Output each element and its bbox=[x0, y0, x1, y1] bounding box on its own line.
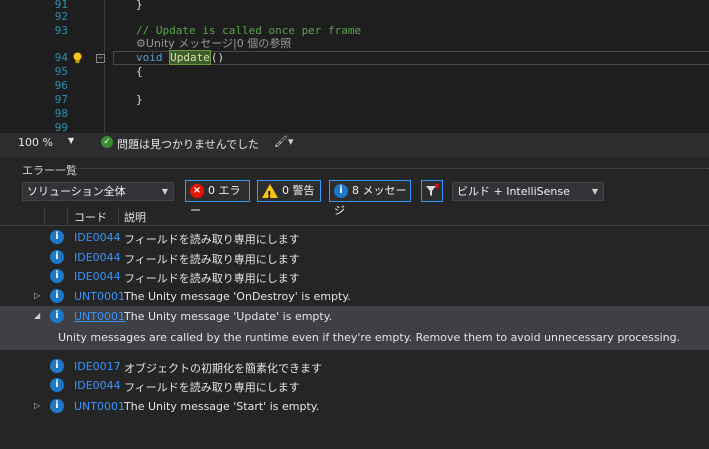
line-number: 95 bbox=[54, 65, 68, 78]
row-description: フィールドを読み取り専用にします bbox=[124, 272, 300, 285]
code-line[interactable]: } bbox=[136, 93, 143, 107]
column-header-code[interactable]: コード bbox=[74, 209, 107, 225]
rule-code-link[interactable]: UNT0001 bbox=[74, 400, 125, 413]
warning-icon: ! bbox=[262, 184, 278, 201]
zoom-dropdown-icon[interactable]: ▼ bbox=[68, 136, 74, 145]
code-line-update[interactable]: void Update() bbox=[136, 50, 225, 65]
scope-value: ソリューション全体 bbox=[27, 185, 126, 198]
method-parens: () bbox=[210, 51, 225, 64]
line-number: 99 bbox=[54, 121, 68, 133]
row-description: フィールドを読み取り専用にします bbox=[124, 253, 300, 266]
info-icon: i bbox=[50, 378, 64, 392]
code-line[interactable]: } bbox=[136, 0, 143, 12]
rule-code-link[interactable]: IDE0044 bbox=[74, 270, 121, 283]
filter-icon[interactable] bbox=[421, 180, 443, 202]
method-name[interactable]: Update bbox=[169, 50, 211, 65]
row-description: フィールドを読み取り専用にします bbox=[124, 381, 300, 394]
messages-filter-button[interactable]: i8 メッセージ bbox=[329, 180, 411, 217]
table-row[interactable]: i IDE0044 フィールドを読み取り専用にします bbox=[0, 247, 709, 267]
table-row[interactable]: i IDE0044 フィールドを読み取り専用にします bbox=[0, 227, 709, 247]
table-row[interactable]: ▷ i UNT0001 The Unity message 'OnDestroy… bbox=[0, 286, 709, 306]
info-icon: i bbox=[50, 359, 64, 373]
keyword: void bbox=[136, 51, 163, 64]
panel-splitter[interactable] bbox=[0, 151, 709, 157]
column-header-description[interactable]: 説明 bbox=[124, 209, 146, 225]
line-number: 97 bbox=[54, 93, 68, 106]
info-icon: i bbox=[50, 269, 64, 283]
info-icon: i bbox=[50, 309, 64, 323]
codelens-text[interactable]: Unity メッセージ|0 個の参照 bbox=[146, 37, 291, 50]
issues-status[interactable]: 問題は見つかりませんでした bbox=[117, 136, 259, 152]
error-icon: × bbox=[190, 184, 204, 198]
rule-code-link[interactable]: UNT0001 bbox=[74, 310, 125, 323]
lightbulb-icon[interactable] bbox=[72, 52, 83, 63]
panel-title-grip[interactable] bbox=[75, 168, 709, 169]
collapse-icon[interactable]: ◢ bbox=[34, 311, 40, 320]
rule-code-link[interactable]: IDE0044 bbox=[74, 379, 121, 392]
indent-guide bbox=[104, 0, 105, 133]
code-editor[interactable]: 91 } 92 93 // Update is called once per … bbox=[0, 0, 709, 133]
zoom-level[interactable]: 100 % bbox=[18, 136, 53, 149]
info-icon: i bbox=[50, 250, 64, 264]
rule-code-link[interactable]: UNT0001 bbox=[74, 290, 125, 303]
info-icon: i bbox=[50, 399, 64, 413]
editor-status-bar: 100 % ▼ ✓ 問題は見つかりませんでした 🖌▾ bbox=[0, 133, 709, 151]
line-number: 93 bbox=[54, 24, 68, 37]
rule-code-link[interactable]: IDE0044 bbox=[74, 251, 121, 264]
row-description: フィールドを読み取り専用にします bbox=[124, 233, 300, 246]
row-detail-text: Unity messages are called by the runtime… bbox=[58, 331, 681, 344]
line-number: 92 bbox=[54, 10, 68, 23]
code-comment[interactable]: // Update is called once per frame bbox=[136, 24, 361, 38]
errors-filter-button[interactable]: × 0 エラー bbox=[185, 180, 250, 217]
line-number: 94 bbox=[54, 51, 68, 64]
column-divider[interactable] bbox=[44, 207, 45, 225]
table-row[interactable]: i IDE0044 フィールドを読み取り専用にします bbox=[0, 375, 709, 395]
source-dropdown[interactable]: ビルド + IntelliSense ▼ bbox=[452, 182, 604, 201]
table-row[interactable]: ▷ i UNT0001 The Unity message 'Start' is… bbox=[0, 396, 709, 416]
chevron-down-icon: ▼ bbox=[591, 187, 598, 196]
rule-code-link[interactable]: IDE0017 bbox=[74, 360, 121, 373]
code-cleanup-icon[interactable]: 🖌▾ bbox=[274, 135, 294, 148]
source-value: ビルド + IntelliSense bbox=[457, 185, 570, 198]
rule-code-link[interactable]: IDE0044 bbox=[74, 231, 121, 244]
info-icon: i bbox=[334, 184, 348, 198]
column-divider[interactable] bbox=[67, 207, 68, 225]
column-divider[interactable] bbox=[118, 207, 119, 225]
chevron-down-icon: ▼ bbox=[161, 187, 168, 196]
column-header-row: コード 説明 bbox=[0, 207, 709, 225]
code-line[interactable]: { bbox=[136, 65, 143, 79]
expand-icon[interactable]: ▷ bbox=[34, 401, 40, 410]
codelens-row[interactable]: ⚙Unity メッセージ|0 個の参照 bbox=[136, 37, 291, 51]
info-icon: i bbox=[50, 289, 64, 303]
panel-title: エラー一覧 bbox=[22, 164, 77, 177]
warnings-filter-button[interactable]: ! 0 警告 bbox=[257, 180, 321, 202]
scope-dropdown[interactable]: ソリューション全体 ▼ bbox=[22, 182, 174, 201]
row-description: The Unity message 'Update' is empty. bbox=[124, 310, 333, 323]
collapse-icon[interactable]: − bbox=[96, 54, 105, 63]
line-number: 98 bbox=[54, 107, 68, 120]
check-icon: ✓ bbox=[101, 136, 113, 148]
table-row[interactable]: i IDE0017 オブジェクトの初期化を簡素化できます bbox=[0, 356, 709, 376]
row-description: The Unity message 'Start' is empty. bbox=[124, 400, 320, 413]
expand-icon[interactable]: ▷ bbox=[34, 291, 40, 300]
row-description: The Unity message 'OnDestroy' is empty. bbox=[124, 290, 351, 303]
table-row[interactable]: i IDE0044 フィールドを読み取り専用にします bbox=[0, 266, 709, 286]
codelens-gear-icon: ⚙ bbox=[136, 37, 146, 50]
line-number: 96 bbox=[54, 79, 68, 92]
info-icon: i bbox=[50, 230, 64, 244]
divider bbox=[0, 225, 709, 226]
warnings-label: 0 警告 bbox=[282, 184, 315, 197]
row-description: オブジェクトの初期化を簡素化できます bbox=[124, 362, 322, 375]
